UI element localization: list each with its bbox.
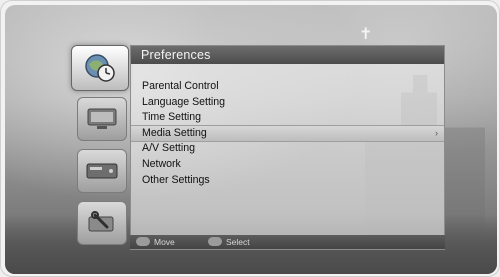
move-hint: Move xyxy=(136,236,175,248)
menu-item-network[interactable]: Network xyxy=(131,157,444,173)
ok-key-icon xyxy=(208,237,222,247)
menu-item-label: Language Setting xyxy=(142,95,226,108)
menu-item-parental-control[interactable]: Parental Control xyxy=(131,79,444,95)
panel-title-bar: Preferences xyxy=(131,46,444,64)
menu-item-time-setting[interactable]: Time Setting xyxy=(131,110,444,126)
tools-icon xyxy=(88,211,114,232)
rail-item-tools[interactable] xyxy=(77,201,127,245)
move-hint-label: Move xyxy=(154,237,175,247)
menu-item-av-setting[interactable]: A/V Setting xyxy=(131,141,444,157)
rail-item-receiver[interactable] xyxy=(77,149,127,193)
menu-item-label: Network xyxy=(142,157,181,170)
chevron-right-icon: › xyxy=(435,127,438,138)
cross-icon: ✝ xyxy=(359,26,373,43)
category-rail xyxy=(71,45,129,250)
preferences-panel: Preferences Parental Control Language Se… xyxy=(130,45,445,250)
page-title: Preferences xyxy=(141,48,211,62)
menu-item-other-settings[interactable]: Other Settings xyxy=(131,173,444,189)
menu-item-label: Media Setting xyxy=(142,126,207,139)
tv-frame: ✝ Preferences Parental Control Language … xyxy=(0,0,500,277)
menu-item-label: Other Settings xyxy=(142,173,210,186)
tv-receiver-icon xyxy=(86,163,118,179)
menu-item-language-setting[interactable]: Language Setting xyxy=(131,95,444,111)
menu-item-label: Parental Control xyxy=(142,80,219,92)
menu-item-media-setting[interactable]: Media Setting › xyxy=(131,124,444,143)
rail-item-preferences[interactable] xyxy=(71,45,129,91)
hint-bar: Move Select xyxy=(130,235,445,249)
preferences-menu: Parental Control Language Setting Time S… xyxy=(131,79,444,188)
menu-item-label: A/V Setting xyxy=(142,142,195,155)
screen: ✝ Preferences Parental Control Language … xyxy=(5,5,497,274)
rail-item-media[interactable] xyxy=(77,97,127,141)
select-hint-label: Select xyxy=(226,237,250,247)
arrow-keys-icon xyxy=(136,237,150,247)
preferences-clock-icon xyxy=(85,54,115,82)
menu-item-label: Time Setting xyxy=(142,111,202,124)
select-hint: Select xyxy=(208,236,250,248)
media-icon xyxy=(87,108,117,129)
